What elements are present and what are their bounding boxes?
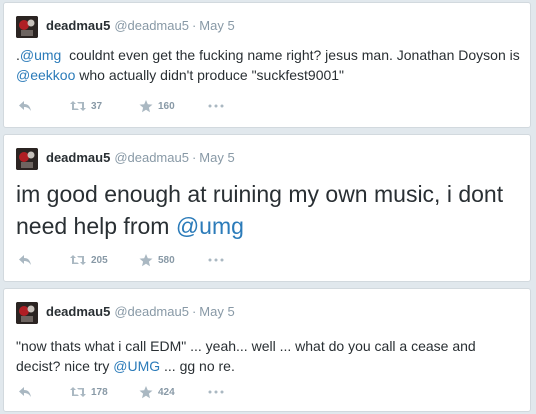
separator: · bbox=[191, 18, 197, 33]
tweet-date[interactable]: May 5 bbox=[199, 150, 234, 165]
tweet-date[interactable]: May 5 bbox=[199, 18, 234, 33]
avatar[interactable] bbox=[16, 16, 38, 38]
reply-icon[interactable] bbox=[18, 385, 32, 399]
user-name[interactable]: deadmau5 bbox=[46, 304, 110, 319]
mention-link[interactable]: @UMG bbox=[113, 358, 160, 374]
tweet-text-part: who actually didn't produce "suckfest900… bbox=[75, 67, 345, 83]
favorite-count[interactable]: 580 bbox=[158, 255, 192, 266]
tweet-text: "now thats what i call EDM" ... yeah... … bbox=[16, 336, 520, 376]
tweet-card[interactable]: deadmau5 @deadmau5 · May 5 im good enough a… bbox=[3, 134, 531, 282]
tweet-text: im good enough at ruining my own music, … bbox=[16, 178, 520, 242]
tweet-text-part: "now thats what i call EDM" ... yeah... … bbox=[16, 338, 476, 374]
user-handle[interactable]: @deadmau5 bbox=[114, 304, 189, 319]
retweet-icon[interactable] bbox=[70, 253, 86, 267]
more-icon[interactable] bbox=[208, 253, 224, 267]
retweet-count[interactable]: 205 bbox=[91, 255, 125, 266]
retweet-count[interactable]: 37 bbox=[91, 101, 125, 112]
favorite-count[interactable]: 160 bbox=[158, 101, 192, 112]
tweet-text-part: couldnt even get the fucking name right?… bbox=[61, 47, 524, 63]
retweet-icon[interactable] bbox=[70, 385, 86, 399]
user-handle[interactable]: @deadmau5 bbox=[114, 150, 189, 165]
tweet-date[interactable]: May 5 bbox=[199, 304, 234, 319]
tweet-actions: 178 424 bbox=[18, 385, 224, 399]
user-name[interactable]: deadmau5 bbox=[46, 150, 110, 165]
separator: · bbox=[191, 150, 197, 165]
user-handle[interactable]: @deadmau5 bbox=[114, 18, 189, 33]
tweet-actions: 205 580 bbox=[18, 253, 224, 267]
mention-link[interactable]: @umg bbox=[176, 213, 244, 239]
mention-link[interactable]: @umg bbox=[20, 47, 61, 63]
avatar[interactable] bbox=[16, 302, 38, 324]
more-icon[interactable] bbox=[208, 99, 224, 113]
user-name[interactable]: deadmau5 bbox=[46, 18, 110, 33]
star-icon[interactable] bbox=[139, 385, 153, 399]
tweet-card[interactable]: deadmau5 @deadmau5 · May 5 .@umg couldnt ev… bbox=[3, 2, 531, 128]
tweet-header: deadmau5 @deadmau5 · May 5 bbox=[46, 149, 235, 167]
mention-link[interactable]: @eekkoo bbox=[16, 67, 75, 83]
tweet-actions: 37 160 bbox=[18, 99, 224, 113]
reply-icon[interactable] bbox=[18, 253, 32, 267]
separator: · bbox=[191, 304, 197, 319]
tweet-header: deadmau5 @deadmau5 · May 5 bbox=[46, 303, 235, 321]
more-icon[interactable] bbox=[208, 385, 224, 399]
tweet-header: deadmau5 @deadmau5 · May 5 bbox=[46, 17, 235, 35]
tweet-card[interactable]: deadmau5 @deadmau5 · May 5 "now thats what … bbox=[3, 288, 531, 412]
retweet-icon[interactable] bbox=[70, 99, 86, 113]
reply-icon[interactable] bbox=[18, 99, 32, 113]
star-icon[interactable] bbox=[139, 99, 153, 113]
avatar[interactable] bbox=[16, 148, 38, 170]
tweet-text-part: im good enough at ruining my own music, … bbox=[16, 181, 504, 239]
retweet-count[interactable]: 178 bbox=[91, 387, 125, 398]
favorite-count[interactable]: 424 bbox=[158, 387, 192, 398]
tweet-text: .@umg couldnt even get the fucking name … bbox=[16, 45, 520, 85]
star-icon[interactable] bbox=[139, 253, 153, 267]
tweet-text-part: ... gg no re. bbox=[160, 358, 235, 374]
